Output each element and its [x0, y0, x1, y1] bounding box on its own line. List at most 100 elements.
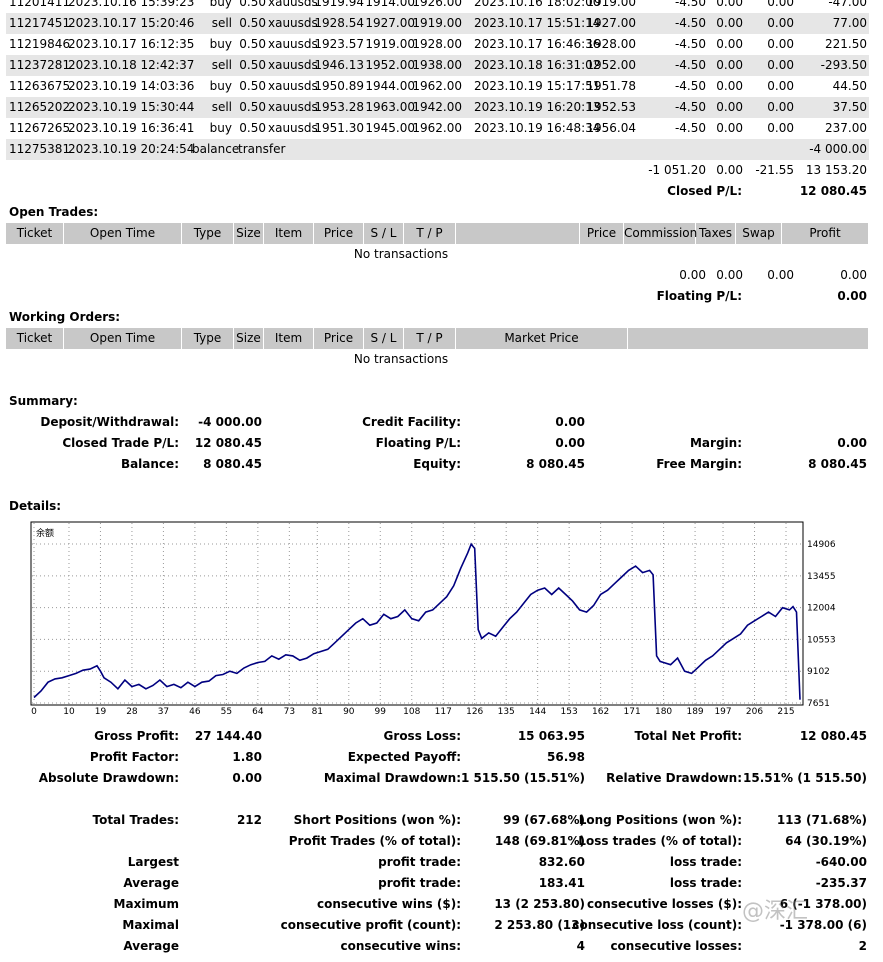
cell-profit: 77.00	[832, 16, 867, 30]
long-positions-label: Long Positions (won %):	[578, 813, 742, 827]
gross-profit-value: 27 144.40	[194, 729, 262, 743]
working-orders-col-header: Size	[234, 328, 264, 349]
chart-x-tick-label: 197	[714, 707, 731, 715]
margin-value: 0.00	[837, 436, 867, 450]
cell-close-price: 1952.00	[586, 58, 636, 72]
balance-time: 2023.10.19 20:24:54	[68, 142, 195, 156]
cell-sl: 1944.00	[365, 79, 415, 93]
chart-x-tick-label: 206	[746, 707, 763, 715]
absolute-drawdown-label: Absolute Drawdown:	[38, 771, 179, 785]
max-cons-wins-label: consecutive wins ($):	[316, 897, 461, 911]
long-positions-value: 113 (71.68%)	[776, 813, 867, 827]
cell-commission: -4.50	[674, 100, 706, 114]
cell-ticket: 11237281	[9, 58, 71, 72]
cell-close-time: 2023.10.19 16:20:13	[474, 100, 601, 114]
largest-loss-value: -640.00	[815, 855, 867, 869]
cell-price: 1923.57	[314, 37, 364, 51]
chart-x-tick-label: 64	[252, 707, 264, 715]
open-trades-col-header: Open Time	[64, 223, 182, 244]
cell-sl: 1952.00	[365, 58, 415, 72]
cell-profit: -293.50	[820, 58, 867, 72]
absolute-drawdown-value: 0.00	[232, 771, 262, 785]
profit-trades-label: Profit Trades (% of total):	[288, 834, 461, 848]
cell-item: xauusds	[268, 121, 318, 135]
cell-swap: 0.00	[767, 121, 794, 135]
balance-value: 8 080.45	[203, 457, 262, 471]
summary-floating-value: 0.00	[555, 436, 585, 450]
cell-sl: 1914.00	[365, 0, 415, 9]
cell-close-time: 2023.10.18 16:31:02	[474, 58, 601, 72]
cell-open-time: 2023.10.16 15:39:23	[68, 0, 195, 9]
average-loss-label: loss trade:	[669, 876, 742, 890]
gross-loss-value: 15 063.95	[517, 729, 585, 743]
cell-taxes: 0.00	[716, 0, 743, 9]
avg-cons-wins-label: consecutive wins:	[340, 939, 461, 953]
cell-taxes: 0.00	[716, 37, 743, 51]
cell-close-price: 1928.00	[586, 37, 636, 51]
average-loss-value: -235.37	[815, 876, 867, 890]
cell-ticket: 11265202	[9, 100, 71, 114]
cell-tp: 1926.00	[412, 0, 462, 9]
working-orders-col-header	[628, 328, 869, 349]
chart-x-tick-label: 46	[189, 707, 201, 715]
cell-commission: -4.50	[674, 0, 706, 9]
cell-close-time: 2023.10.19 16:48:34	[474, 121, 601, 135]
chart-y-ticks: 14906 13455 12004 10553 9102 7651	[807, 540, 836, 709]
cell-open-time: 2023.10.19 16:36:41	[68, 121, 195, 135]
closed-total-swap: -21.55	[755, 163, 794, 177]
cell-close-price: 1927.00	[586, 16, 636, 30]
cell-swap: 0.00	[767, 58, 794, 72]
chart-x-tick-label: 37	[158, 707, 169, 715]
chart-x-tick-label: 10	[63, 707, 75, 715]
cell-size: 0.50	[239, 121, 266, 135]
floating-pl-label: Floating P/L:	[656, 289, 742, 303]
average-label: Average	[123, 876, 179, 890]
summary-title: Summary:	[9, 394, 78, 408]
credit-value: 0.00	[555, 415, 585, 429]
cell-open-time: 2023.10.18 12:42:37	[68, 58, 195, 72]
expected-payoff-label: Expected Payoff:	[347, 750, 461, 764]
short-positions-label: Short Positions (won %):	[293, 813, 461, 827]
chart-x-tick-label: 135	[498, 707, 515, 715]
cell-commission: -4.50	[674, 37, 706, 51]
chart-x-tick-label: 171	[624, 707, 641, 715]
open-trades-col-header: T / P	[404, 223, 456, 244]
relative-drawdown-value: 15.51% (1 515.50)	[743, 771, 867, 785]
closed-trade-value: 12 080.45	[194, 436, 262, 450]
equity-label: Equity:	[413, 457, 461, 471]
chart-y-tick-label: 10553	[807, 635, 836, 645]
open-trades-empty: No transactions	[353, 247, 449, 261]
cell-price: 1928.54	[314, 16, 364, 30]
cell-sl: 1963.00	[365, 100, 415, 114]
balance-label: Balance:	[120, 457, 179, 471]
working-orders-col-header: Ticket	[6, 328, 64, 349]
cell-item: xauusds	[268, 79, 318, 93]
loss-trades-value: 64 (30.19%)	[785, 834, 867, 848]
chart-x-tick-label: 81	[312, 707, 323, 715]
cell-price: 1950.89	[314, 79, 364, 93]
loss-trades-label: Loss trades (% of total):	[578, 834, 742, 848]
largest-profit-label: profit trade:	[378, 855, 461, 869]
chart-x-tick-label: 117	[435, 707, 452, 715]
cell-close-price: 1952.53	[586, 100, 636, 114]
summary-floating-label: Floating P/L:	[375, 436, 461, 450]
cell-ticket: 11267265	[9, 121, 71, 135]
avg-cons-losses-label: consecutive losses:	[610, 939, 742, 953]
chart-title: 余额	[36, 527, 54, 539]
maximal-cons-loss-label: consecutive loss (count):	[572, 918, 742, 932]
total-net-profit-value: 12 080.45	[799, 729, 867, 743]
closed-pl-value: 12 080.45	[799, 184, 867, 198]
balance-ticket: 11275381	[9, 142, 71, 156]
chart-x-tick-label: 99	[375, 707, 387, 715]
gross-profit-label: Gross Profit:	[94, 729, 179, 743]
total-trades-value: 212	[236, 813, 262, 827]
open-trades-title: Open Trades:	[9, 205, 99, 219]
working-orders-title: Working Orders:	[9, 310, 121, 324]
open-trades-col-header: Type	[182, 223, 234, 244]
cell-item: xauusds	[268, 37, 318, 51]
cell-item: xauusds	[268, 100, 318, 114]
cell-taxes: 0.00	[716, 121, 743, 135]
cell-price: 1953.28	[314, 100, 364, 114]
chart-x-tick-label: 0	[31, 707, 37, 715]
cell-open-time: 2023.10.17 15:20:46	[68, 16, 195, 30]
